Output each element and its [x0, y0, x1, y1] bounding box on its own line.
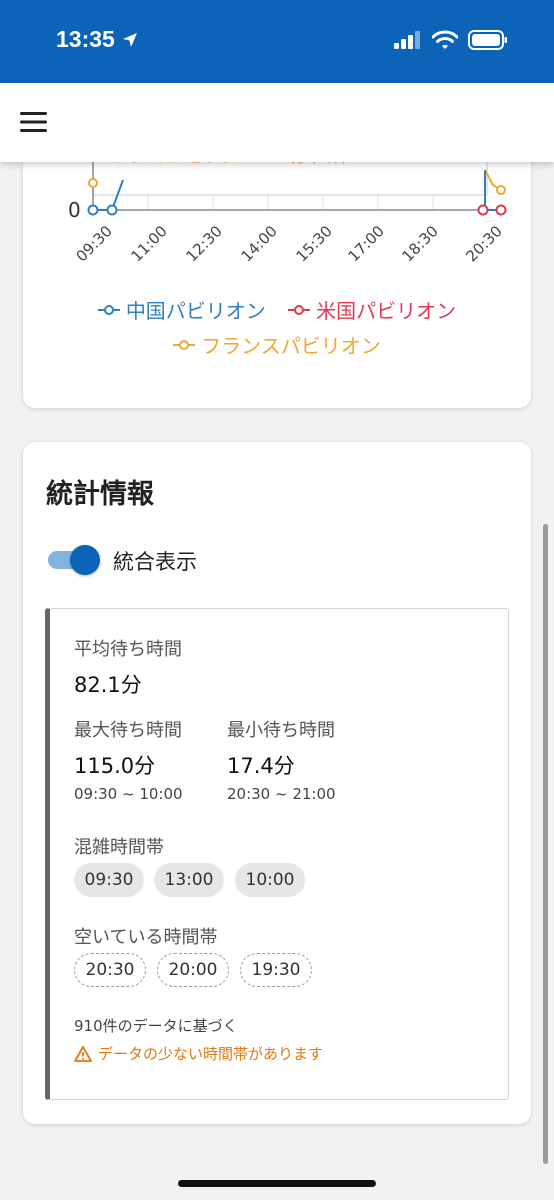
busy-time-chip[interactable]: 10:00 [235, 863, 305, 897]
avg-wait-label: 平均待ち時間 [74, 639, 182, 660]
legend-label: 米国パビリオン [316, 299, 457, 323]
x-tick-label: 11:00 [128, 222, 171, 265]
busy-time-chip[interactable]: 09:30 [74, 863, 144, 897]
scrollbar[interactable] [543, 524, 548, 1164]
x-tick-label: 09:30 [73, 222, 116, 265]
location-arrow-icon [122, 32, 137, 47]
x-tick-label: 18:30 [399, 222, 442, 265]
free-time-chip[interactable]: 19:30 [240, 953, 312, 987]
battery-icon [468, 30, 507, 50]
legend-label: 中国パビリオン [125, 299, 266, 323]
free-time-chip[interactable]: 20:30 [74, 953, 146, 987]
clock-text: 13:35 [56, 26, 115, 52]
x-tick-label: 15:30 [293, 222, 336, 265]
max-wait-value: 115.0分 [74, 754, 156, 778]
y-axis-zero-label: 0 [68, 198, 81, 222]
legend-line-marker-icon [173, 339, 196, 350]
min-wait-label: 最小待ち時間 [227, 720, 335, 741]
busy-times-label: 混雑時間帯 [74, 837, 164, 858]
stats-title: 統計情報 [46, 479, 154, 510]
min-wait-range: 20:30 ~ 21:00 [227, 785, 336, 803]
chart-legend-row-2: フランスパビリオン [23, 330, 531, 359]
warning-text: データの少ない時間帯があります [98, 1045, 324, 1063]
legend-item-china[interactable]: 中国パビリオン [97, 295, 266, 324]
x-tick-label: 17:00 [345, 222, 388, 265]
x-tick-label: 14:00 [238, 222, 281, 265]
us-point[interactable] [495, 204, 507, 216]
wait-time-chart: フランスパビリオン: 16.8分 (2件) 0 09:30 11:00 12:3… [68, 140, 507, 265]
chart-card: フランスパビリオン: 16.8分 (2件) 0 09:30 11:00 12:3… [23, 140, 531, 408]
toggle-thumb [70, 545, 100, 575]
toggle-label: 統合表示 [113, 550, 197, 574]
status-icons [394, 30, 508, 50]
x-tick-label: 12:30 [183, 222, 226, 265]
stats-summary-box: 平均待ち時間 82.1分 最大待ち時間 115.0分 09:30 ~ 10:00… [45, 608, 509, 1100]
status-time: 13:35 [56, 26, 139, 53]
min-wait-value: 17.4分 [227, 754, 295, 778]
legend-line-marker-icon [97, 304, 120, 315]
warning-triangle-icon [74, 1045, 92, 1062]
home-indicator[interactable] [178, 1180, 376, 1187]
busy-time-chip[interactable]: 13:00 [154, 863, 224, 897]
hamburger-menu-icon[interactable] [20, 111, 48, 133]
free-time-chip[interactable]: 20:00 [157, 953, 229, 987]
china-point[interactable] [87, 204, 99, 216]
legend-line-marker-icon [288, 304, 311, 315]
low-data-warning: データの少ない時間帯があります [74, 1043, 323, 1064]
china-point[interactable] [106, 204, 118, 216]
cellular-signal-icon [394, 31, 420, 49]
stats-card: 統計情報 統合表示 平均待ち時間 82.1分 最大待ち時間 115.0分 09:… [23, 442, 531, 1124]
status-bar: 13:35 [0, 0, 554, 83]
max-wait-label: 最大待ち時間 [74, 720, 182, 741]
legend-item-france[interactable]: フランスパビリオン [173, 330, 381, 359]
free-times-label: 空いている時間帯 [74, 927, 218, 948]
legend-label: フランスパビリオン [201, 334, 381, 358]
data-count-note: 910件のデータに基づく [74, 1017, 238, 1035]
chart-legend: 中国パビリオン 米国パビリオン [23, 295, 531, 324]
max-wait-range: 09:30 ~ 10:00 [74, 785, 183, 803]
france-point[interactable] [88, 178, 98, 188]
combined-view-toggle[interactable] [46, 542, 100, 576]
us-point[interactable] [477, 204, 489, 216]
wifi-icon [432, 30, 458, 49]
x-tick-label: 20:30 [463, 222, 506, 265]
avg-wait-value: 82.1分 [74, 673, 142, 697]
legend-item-us[interactable]: 米国パビリオン [288, 295, 456, 324]
app-bar [0, 83, 554, 162]
france-point[interactable] [496, 185, 506, 195]
